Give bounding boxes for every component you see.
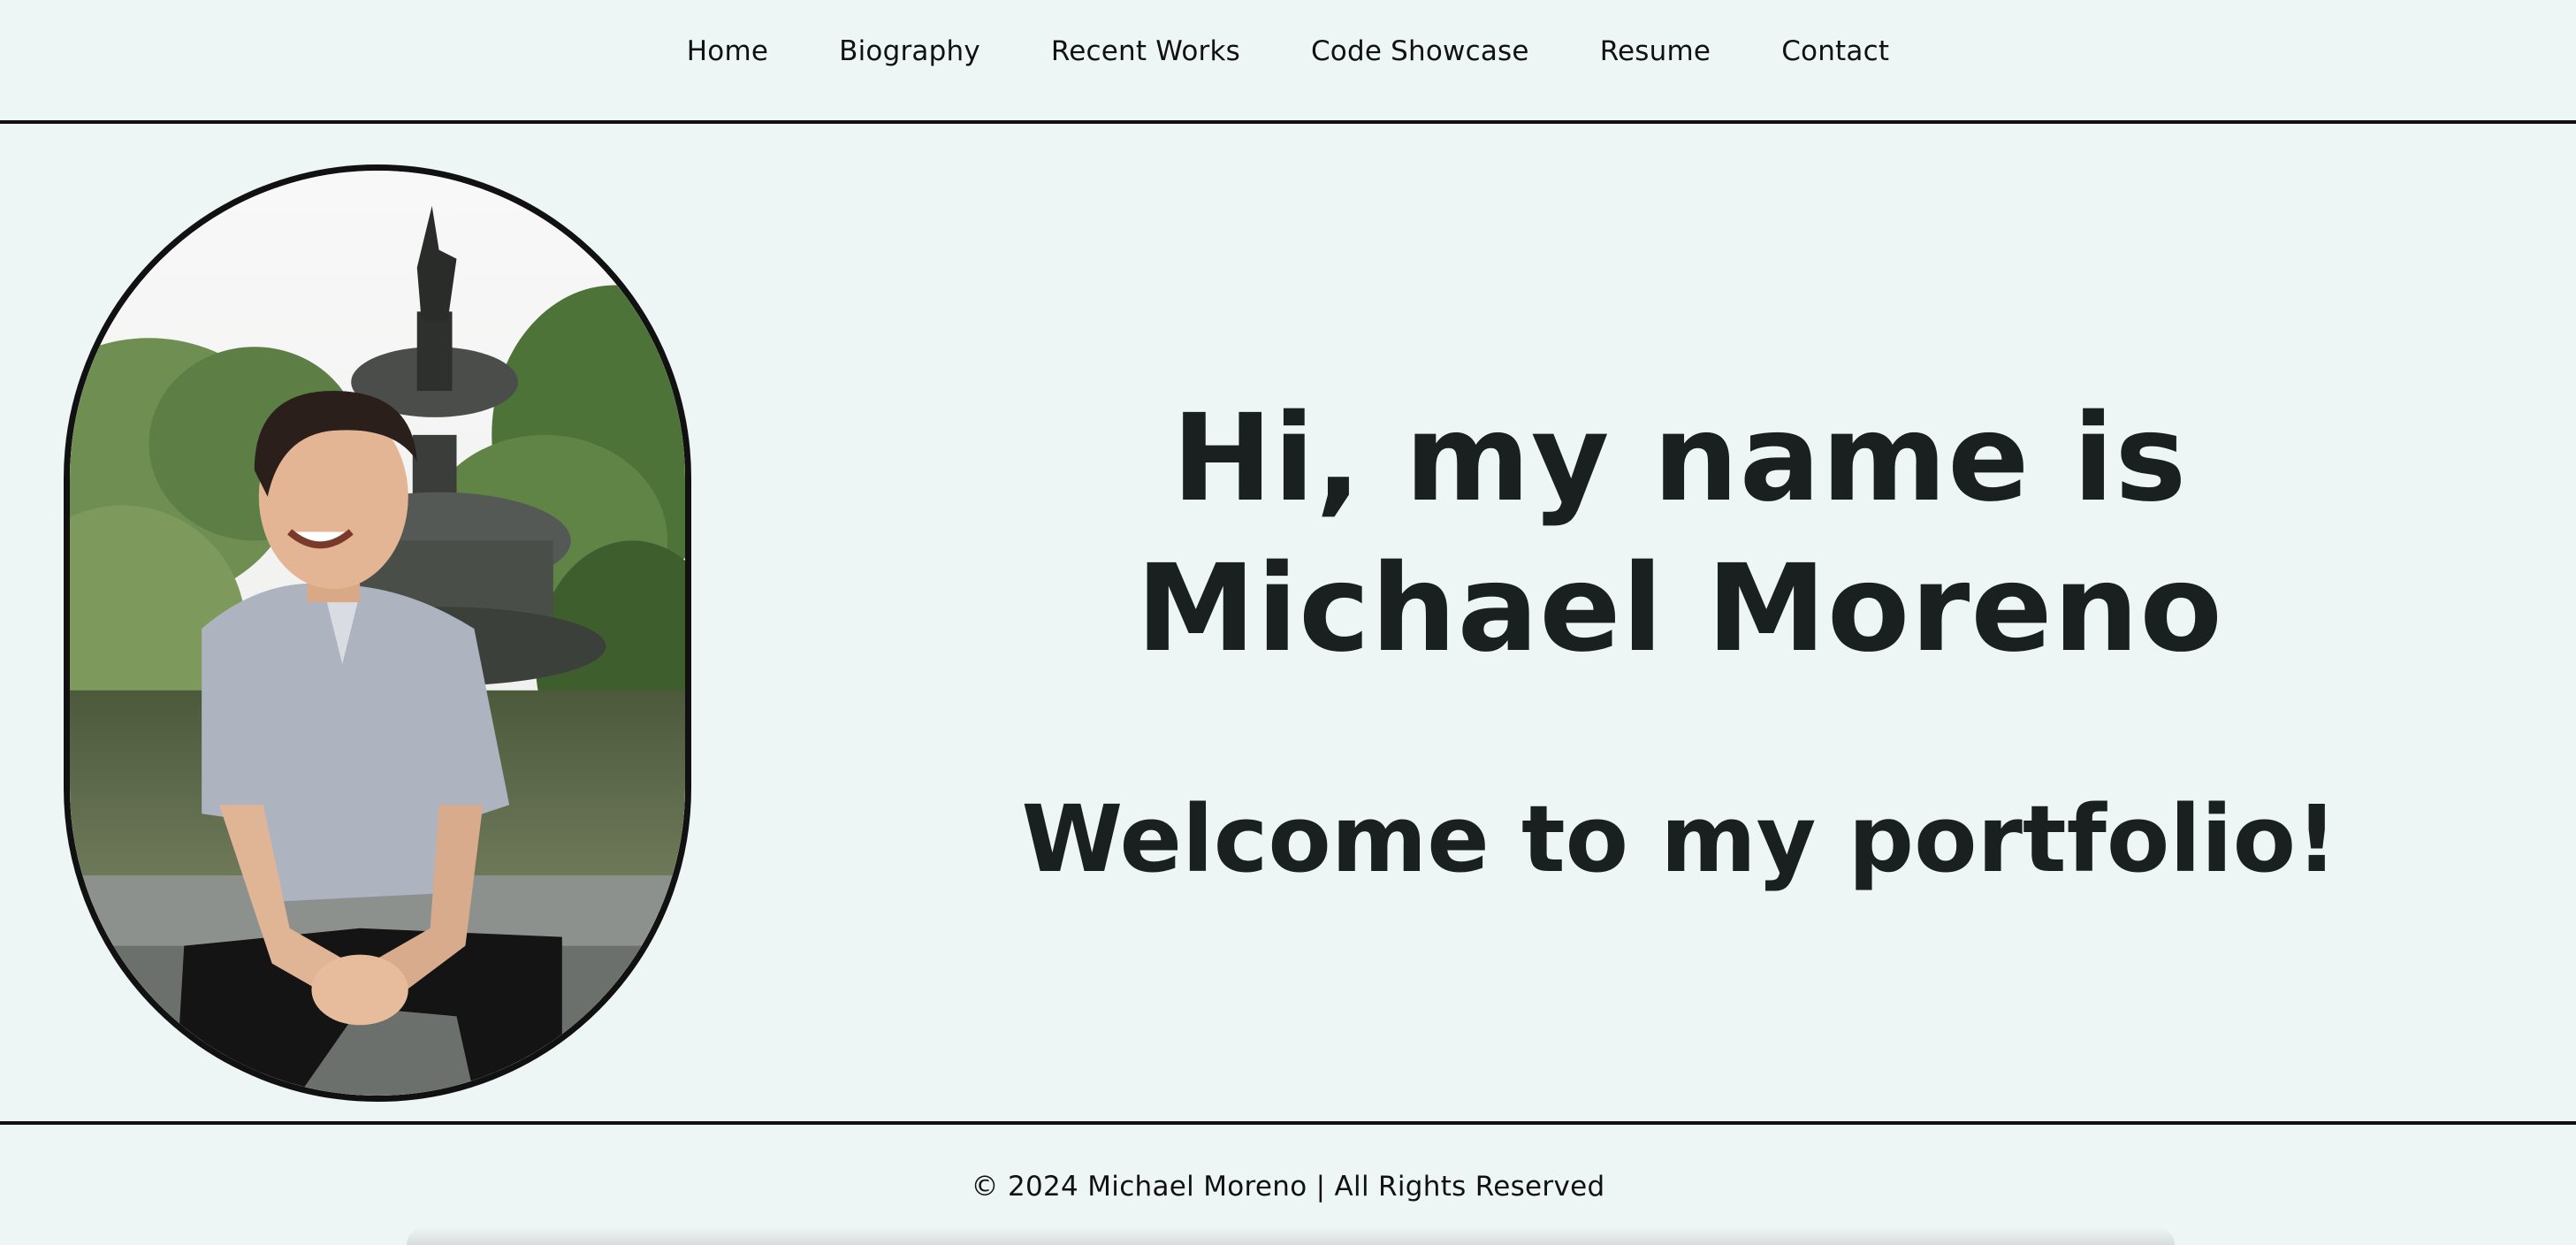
profile-photo [64, 164, 691, 1102]
nav-link-contact[interactable]: Contact [1746, 35, 1924, 67]
main-content: Hi, my name is Michael Moreno Welcome to… [0, 127, 2576, 1121]
hero-title-line1: Hi, my name is [1171, 389, 2188, 529]
nav-link-resume[interactable]: Resume [1565, 35, 1747, 67]
nav-link-home[interactable]: Home [652, 35, 804, 67]
nav-list: Home Biography Recent Works Code Showcas… [652, 35, 1924, 67]
portfolio-page: Home Biography Recent Works Code Showcas… [0, 0, 2576, 1245]
nav-link-biography[interactable]: Biography [804, 35, 1016, 67]
copyright-text: © 2024 Michael Moreno | All Rights Reser… [971, 1171, 1605, 1203]
hero-title: Hi, my name is Michael Moreno [937, 384, 2422, 684]
profile-photo-illustration [70, 171, 685, 1096]
hero-subtitle: Welcome to my portfolio! [1021, 785, 2338, 893]
hero-title-line2: Michael Moreno [1136, 539, 2223, 679]
page-footer: © 2024 Michael Moreno | All Rights Reser… [0, 1121, 2576, 1245]
nav-link-code-showcase[interactable]: Code Showcase [1276, 35, 1565, 67]
nav-link-recent-works[interactable]: Recent Works [1016, 35, 1276, 67]
top-navigation: Home Biography Recent Works Code Showcas… [0, 0, 2576, 124]
hero-section: Hi, my name is Michael Moreno Welcome to… [937, 384, 2422, 897]
footer-shadow [407, 1227, 2175, 1245]
